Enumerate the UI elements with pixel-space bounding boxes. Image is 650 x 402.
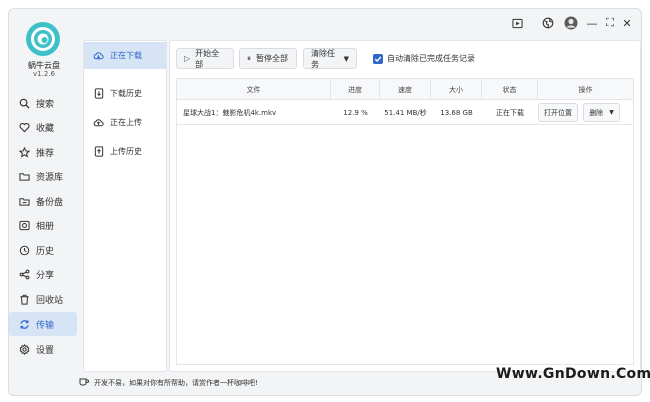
folder-icon bbox=[18, 170, 30, 182]
nav-item-library[interactable]: 资源库 bbox=[9, 164, 77, 188]
star-icon bbox=[18, 146, 30, 158]
cloud-download-icon bbox=[93, 50, 104, 61]
auto-clear-label: 自动清除已完成任务记录 bbox=[387, 54, 475, 63]
downloads-panel: ▷ 开始全部 ⏸ 暂停全部 清除任务 ▼ 自动清除已完成任务记录 文件 进度 速… bbox=[169, 40, 641, 372]
main-sidebar: 蜗牛云盘 v1.2.6 搜索 收藏 推荐 资源库 备份盘 相册 历史 分享 回收… bbox=[9, 9, 79, 395]
transfer-icon bbox=[18, 318, 30, 330]
nav-item-label: 相册 bbox=[36, 221, 55, 232]
subnav-item-label: 正在下载 bbox=[110, 51, 142, 60]
nav-item-label: 收藏 bbox=[36, 123, 55, 134]
speed-value: 51.41 MB/秒 bbox=[384, 108, 427, 117]
checkbox-checked-icon bbox=[373, 53, 383, 64]
nav-item-label: 资源库 bbox=[36, 172, 64, 183]
trash-icon bbox=[18, 293, 30, 305]
size-value: 13.68 GB bbox=[440, 108, 473, 117]
clear-tasks-dropdown[interactable]: 清除任务 ▼ bbox=[303, 48, 357, 69]
nav-item-backup[interactable]: 备份盘 bbox=[9, 189, 77, 213]
subnav-item-download-history[interactable]: 下载历史 bbox=[84, 80, 166, 107]
nav-item-history[interactable]: 历史 bbox=[9, 238, 77, 262]
heart-icon bbox=[18, 121, 30, 133]
cloud-upload-icon bbox=[93, 117, 104, 128]
open-location-button[interactable]: 打开位置 bbox=[538, 103, 578, 122]
subnav-item-upload-history[interactable]: 上传历史 bbox=[84, 138, 166, 165]
footer-text[interactable]: 开发不易，如果对你有所帮助，请赏作者一杯咖啡吧! bbox=[94, 378, 258, 388]
pause-all-button[interactable]: ⏸ 暂停全部 bbox=[239, 48, 297, 69]
download-table: 文件 进度 速度 大小 状态 操作 星球大战1：魅影危机4k.mkv 12.9 … bbox=[176, 78, 634, 365]
column-file[interactable]: 文件 bbox=[177, 79, 331, 100]
column-status[interactable]: 状态 bbox=[482, 79, 538, 100]
nav-item-album[interactable]: 相册 bbox=[9, 213, 77, 237]
start-all-button[interactable]: ▷ 开始全部 bbox=[176, 48, 234, 69]
maximize-icon[interactable]: ⛶ bbox=[604, 16, 616, 29]
table-header: 文件 进度 速度 大小 状态 操作 bbox=[177, 79, 633, 100]
nav-item-label: 备份盘 bbox=[36, 197, 64, 208]
column-actions: 操作 bbox=[578, 85, 593, 94]
delete-dropdown-button[interactable]: 删除 ▼ bbox=[583, 103, 620, 122]
subnav-item-label: 上传历史 bbox=[110, 147, 142, 156]
nav-item-recycle-bin[interactable]: 回收站 bbox=[9, 287, 77, 311]
history-icon bbox=[18, 244, 30, 256]
nav-item-share[interactable]: 分享 bbox=[9, 262, 77, 286]
status-value: 正在下载 bbox=[496, 108, 524, 117]
nav-item-label: 搜索 bbox=[36, 99, 55, 110]
caret-down-icon: ▼ bbox=[609, 109, 614, 116]
footer: 开发不易，如果对你有所帮助，请赏作者一杯咖啡吧! bbox=[79, 377, 258, 388]
close-icon[interactable]: ✕ bbox=[621, 17, 633, 30]
caret-down-icon: ▼ bbox=[343, 54, 349, 63]
app-logo bbox=[25, 21, 61, 57]
nav-item-label: 历史 bbox=[36, 246, 55, 257]
column-size[interactable]: 大小 bbox=[431, 79, 482, 100]
column-speed[interactable]: 速度 bbox=[380, 79, 431, 100]
nav-item-transfer[interactable]: 传输 bbox=[9, 312, 77, 336]
coffee-icon bbox=[79, 377, 89, 388]
nav-item-search[interactable]: 搜索 bbox=[9, 91, 77, 115]
watermark: Www.GnDown.Com bbox=[496, 366, 650, 382]
app-window: 蜗牛云盘 v1.2.6 搜索 收藏 推荐 资源库 备份盘 相册 历史 分享 回收… bbox=[8, 8, 642, 396]
subnav-item-uploading[interactable]: 正在上传 bbox=[84, 109, 166, 136]
upload-history-icon bbox=[93, 146, 104, 157]
nav-item-label: 推荐 bbox=[36, 148, 55, 159]
backup-folder-icon bbox=[18, 195, 30, 207]
subnav-item-label: 下载历史 bbox=[110, 89, 142, 98]
pause-icon: ⏸ bbox=[247, 53, 251, 63]
auto-clear-checkbox[interactable]: 自动清除已完成任务记录 bbox=[373, 53, 475, 64]
file-name: 星球大战1：魅影危机4k.mkv bbox=[183, 108, 277, 117]
nav-item-recommend[interactable]: 推荐 bbox=[9, 140, 77, 164]
column-progress[interactable]: 进度 bbox=[331, 79, 380, 100]
nav-item-label: 传输 bbox=[36, 320, 55, 331]
minimize-icon[interactable]: — bbox=[586, 17, 598, 30]
share-icon bbox=[18, 268, 30, 280]
play-icon: ▷ bbox=[184, 54, 191, 63]
search-icon bbox=[18, 97, 30, 109]
subnav-item-label: 正在上传 bbox=[110, 118, 142, 127]
transfer-subnav: 正在下载 下载历史 正在上传 上传历史 bbox=[83, 40, 167, 372]
camera-icon bbox=[18, 219, 30, 231]
table-row[interactable]: 星球大战1：魅影危机4k.mkv 12.9 % 51.41 MB/秒 13.68… bbox=[177, 100, 633, 125]
play-square-icon[interactable] bbox=[511, 17, 523, 29]
nav-item-settings[interactable]: 设置 bbox=[9, 337, 77, 361]
progress-value: 12.9 % bbox=[343, 108, 368, 117]
gear-icon bbox=[18, 343, 30, 355]
nav-item-label: 分享 bbox=[36, 270, 55, 281]
download-history-icon bbox=[93, 88, 104, 99]
globe-icon[interactable] bbox=[542, 17, 554, 29]
app-version: v1.2.6 bbox=[33, 70, 55, 78]
avatar[interactable] bbox=[564, 16, 578, 30]
nav-item-label: 回收站 bbox=[36, 295, 64, 306]
subnav-item-downloading[interactable]: 正在下载 bbox=[84, 42, 166, 69]
nav-item-favorites[interactable]: 收藏 bbox=[9, 115, 77, 139]
nav-item-label: 设置 bbox=[36, 345, 55, 356]
